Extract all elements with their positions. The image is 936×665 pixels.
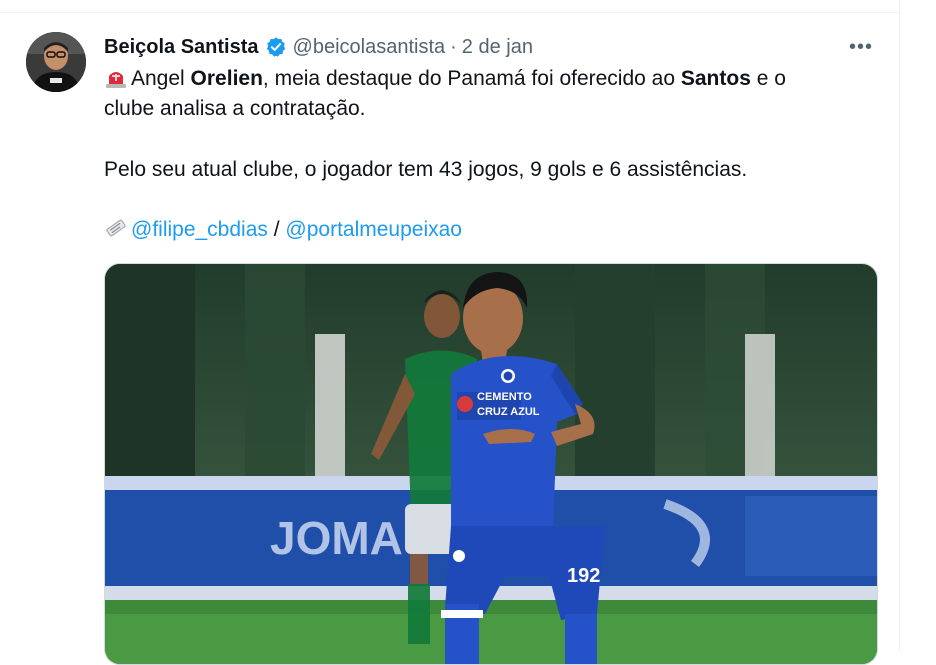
tweet-text-line-3: Pelo seu atual clube, o jogador tem 43 j… <box>104 158 748 181</box>
tweet-text-line-1: Angel Orelien, meia destaque do Panamá f… <box>104 64 884 94</box>
text-bold-orelien: Orelien <box>190 67 263 90</box>
rotating-light-icon <box>104 66 128 88</box>
separator-dot: · <box>450 35 457 58</box>
sponsor-text-line2: CRUZ AZUL <box>477 406 540 418</box>
mention-link-filipe[interactable]: @filipe_cbdias <box>131 218 268 241</box>
tweet-text-line-2: clube analisa a contratação. <box>104 97 366 120</box>
author-name[interactable]: Beiçola Santista <box>104 36 259 59</box>
author-handle[interactable]: @beicolasantista <box>293 36 446 59</box>
sponsor-text-line1: CEMENTO <box>477 391 532 403</box>
top-divider <box>0 12 900 13</box>
text-segment: e o <box>750 67 786 90</box>
text-bold-santos: Santos <box>680 67 751 90</box>
more-options-icon[interactable]: ••• <box>846 36 876 58</box>
avatar[interactable] <box>26 32 86 92</box>
board-text: JOMA <box>270 512 403 564</box>
text-segment: Angel <box>131 67 191 90</box>
tweet-credits: @filipe_cbdias / @portalmeupeixao <box>104 215 884 245</box>
credits-separator: / <box>267 218 286 241</box>
tweet-date[interactable]: 2 de jan <box>462 36 533 59</box>
avatar-image <box>26 32 86 92</box>
tweet-photo[interactable]: JOMA CEMENTO CRUZ AZUL 192 <box>104 263 878 665</box>
jersey-number: 192 <box>567 565 600 587</box>
verified-badge-icon[interactable] <box>265 36 287 58</box>
mention-link-portal[interactable]: @portalmeupeixao <box>285 218 462 241</box>
text-segment: , meia destaque do Panamá foi oferecido … <box>262 67 681 90</box>
football-photo: JOMA CEMENTO CRUZ AZUL 192 <box>105 264 877 664</box>
newspaper-icon <box>104 217 128 239</box>
sponsor-logo-icon <box>457 396 473 412</box>
tweet-header: Beiçola Santista @beicolasantista · 2 de… <box>104 34 533 60</box>
timeline-border <box>899 0 900 652</box>
